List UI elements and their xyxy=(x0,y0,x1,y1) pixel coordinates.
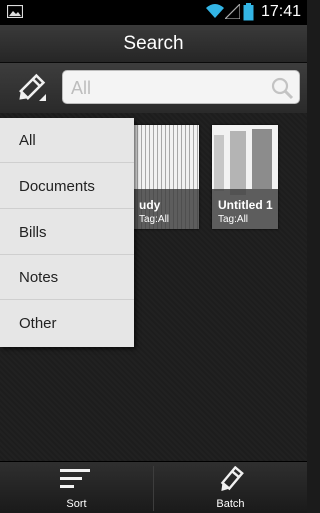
page-title: Search xyxy=(123,33,184,54)
bottom-bar: Sort Batch xyxy=(0,461,307,513)
filter-option-notes[interactable]: Notes xyxy=(0,255,134,300)
document-tag: Tag:All xyxy=(218,214,249,225)
document-name: udy xyxy=(139,198,161,212)
status-time: 17:41 xyxy=(261,3,302,20)
image-icon xyxy=(7,5,23,18)
batch-pencil-icon xyxy=(220,466,244,492)
batch-button[interactable]: Batch xyxy=(154,462,307,513)
batch-label: Batch xyxy=(216,498,245,510)
title-bar: Search xyxy=(0,25,307,63)
signal-icon xyxy=(225,4,240,19)
pencil-icon xyxy=(19,73,46,101)
document-name: Untitled 1 xyxy=(218,198,273,212)
filter-option-documents[interactable]: Documents xyxy=(0,164,134,209)
filter-option-bills[interactable]: Bills xyxy=(0,210,134,255)
search-row xyxy=(0,63,307,113)
sort-icon xyxy=(60,469,90,488)
search-input[interactable] xyxy=(69,75,273,101)
document-tag: Tag:All xyxy=(139,214,170,225)
sort-button[interactable]: Sort xyxy=(0,462,153,513)
document-thumbnail[interactable]: udy Tag:All xyxy=(133,125,199,229)
edit-button[interactable] xyxy=(10,71,50,107)
search-icon[interactable] xyxy=(270,76,294,100)
search-box[interactable] xyxy=(62,70,300,104)
sort-label: Sort xyxy=(66,498,87,510)
filter-dropdown: All Documents Bills Notes Other xyxy=(0,118,134,347)
battery-icon xyxy=(243,3,254,21)
status-bar: 17:41 xyxy=(0,0,307,25)
filter-option-other[interactable]: Other xyxy=(0,301,134,346)
wifi-icon xyxy=(206,4,224,18)
filter-option-all[interactable]: All xyxy=(0,118,134,163)
document-thumbnail[interactable]: Untitled 1 Tag:All xyxy=(212,125,278,229)
